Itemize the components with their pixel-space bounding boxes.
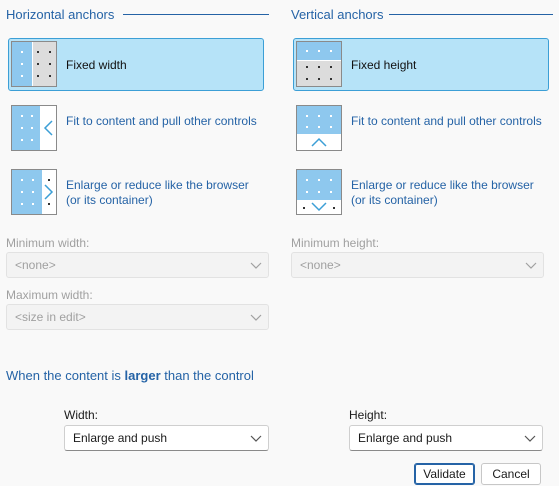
maximum-width-select[interactable]: <size in edit> xyxy=(6,304,269,330)
minimum-height-select[interactable]: <none> xyxy=(291,252,544,278)
maximum-width-label: Maximum width: xyxy=(6,288,93,302)
fit-content-horizontal-icon xyxy=(11,105,57,151)
overflow-heading-pre: When the content is xyxy=(6,368,125,383)
horizontal-anchors-divider xyxy=(123,14,269,15)
chevron-down-icon xyxy=(250,314,262,321)
chevron-down-icon xyxy=(250,262,262,269)
option-fit-content-horizontal-label: Fit to content and pull other controls xyxy=(66,114,257,128)
enlarge-reduce-horizontal-icon xyxy=(11,169,57,215)
option-fixed-height-label: Fixed height xyxy=(351,58,417,72)
option-fit-content-horizontal[interactable]: Fit to content and pull other controls xyxy=(8,102,264,155)
chevron-down-icon xyxy=(250,435,262,442)
vertical-anchors-title: Vertical anchors xyxy=(291,7,384,22)
width-label: Width: xyxy=(64,408,99,422)
minimum-width-value: <none> xyxy=(15,258,56,272)
option-fit-content-vertical[interactable]: Fit to content and pull other controls xyxy=(293,102,549,155)
fixed-width-icon xyxy=(11,41,57,87)
chevron-down-icon xyxy=(525,262,537,269)
minimum-height-value: <none> xyxy=(300,258,341,272)
fit-content-vertical-icon xyxy=(296,105,342,151)
overflow-heading-post: than the control xyxy=(160,368,254,383)
option-enlarge-reduce-horizontal[interactable]: Enlarge or reduce like the browser (or i… xyxy=(8,166,264,219)
overflow-heading: When the content is larger than the cont… xyxy=(6,368,254,383)
option-enlarge-reduce-vertical[interactable]: Enlarge or reduce like the browser (or i… xyxy=(293,166,549,219)
maximum-width-value: <size in edit> xyxy=(15,310,86,324)
fixed-height-icon xyxy=(296,41,342,87)
width-select[interactable]: Enlarge and push xyxy=(64,425,269,451)
horizontal-anchors-title: Horizontal anchors xyxy=(6,7,115,22)
validate-button[interactable]: Validate xyxy=(414,463,475,485)
minimum-width-label: Minimum width: xyxy=(6,236,90,250)
option-fixed-width[interactable]: Fixed width xyxy=(8,38,264,91)
option-fixed-height[interactable]: Fixed height xyxy=(293,38,549,91)
cancel-button[interactable]: Cancel xyxy=(481,463,541,485)
vertical-anchors-divider xyxy=(389,14,553,15)
height-label: Height: xyxy=(349,408,388,422)
height-value: Enlarge and push xyxy=(358,431,453,445)
option-fixed-width-label: Fixed width xyxy=(66,58,127,72)
minimum-height-label: Minimum height: xyxy=(291,236,380,250)
height-select[interactable]: Enlarge and push xyxy=(349,425,543,451)
overflow-heading-bold: larger xyxy=(124,368,161,383)
minimum-width-select[interactable]: <none> xyxy=(6,252,269,278)
enlarge-reduce-vertical-icon xyxy=(296,169,342,215)
option-fit-content-vertical-label: Fit to content and pull other controls xyxy=(351,114,542,128)
chevron-down-icon xyxy=(524,435,536,442)
width-value: Enlarge and push xyxy=(73,431,168,445)
option-enlarge-reduce-horizontal-label: Enlarge or reduce like the browser (or i… xyxy=(66,178,249,207)
option-enlarge-reduce-vertical-label: Enlarge or reduce like the browser (or i… xyxy=(351,178,534,207)
